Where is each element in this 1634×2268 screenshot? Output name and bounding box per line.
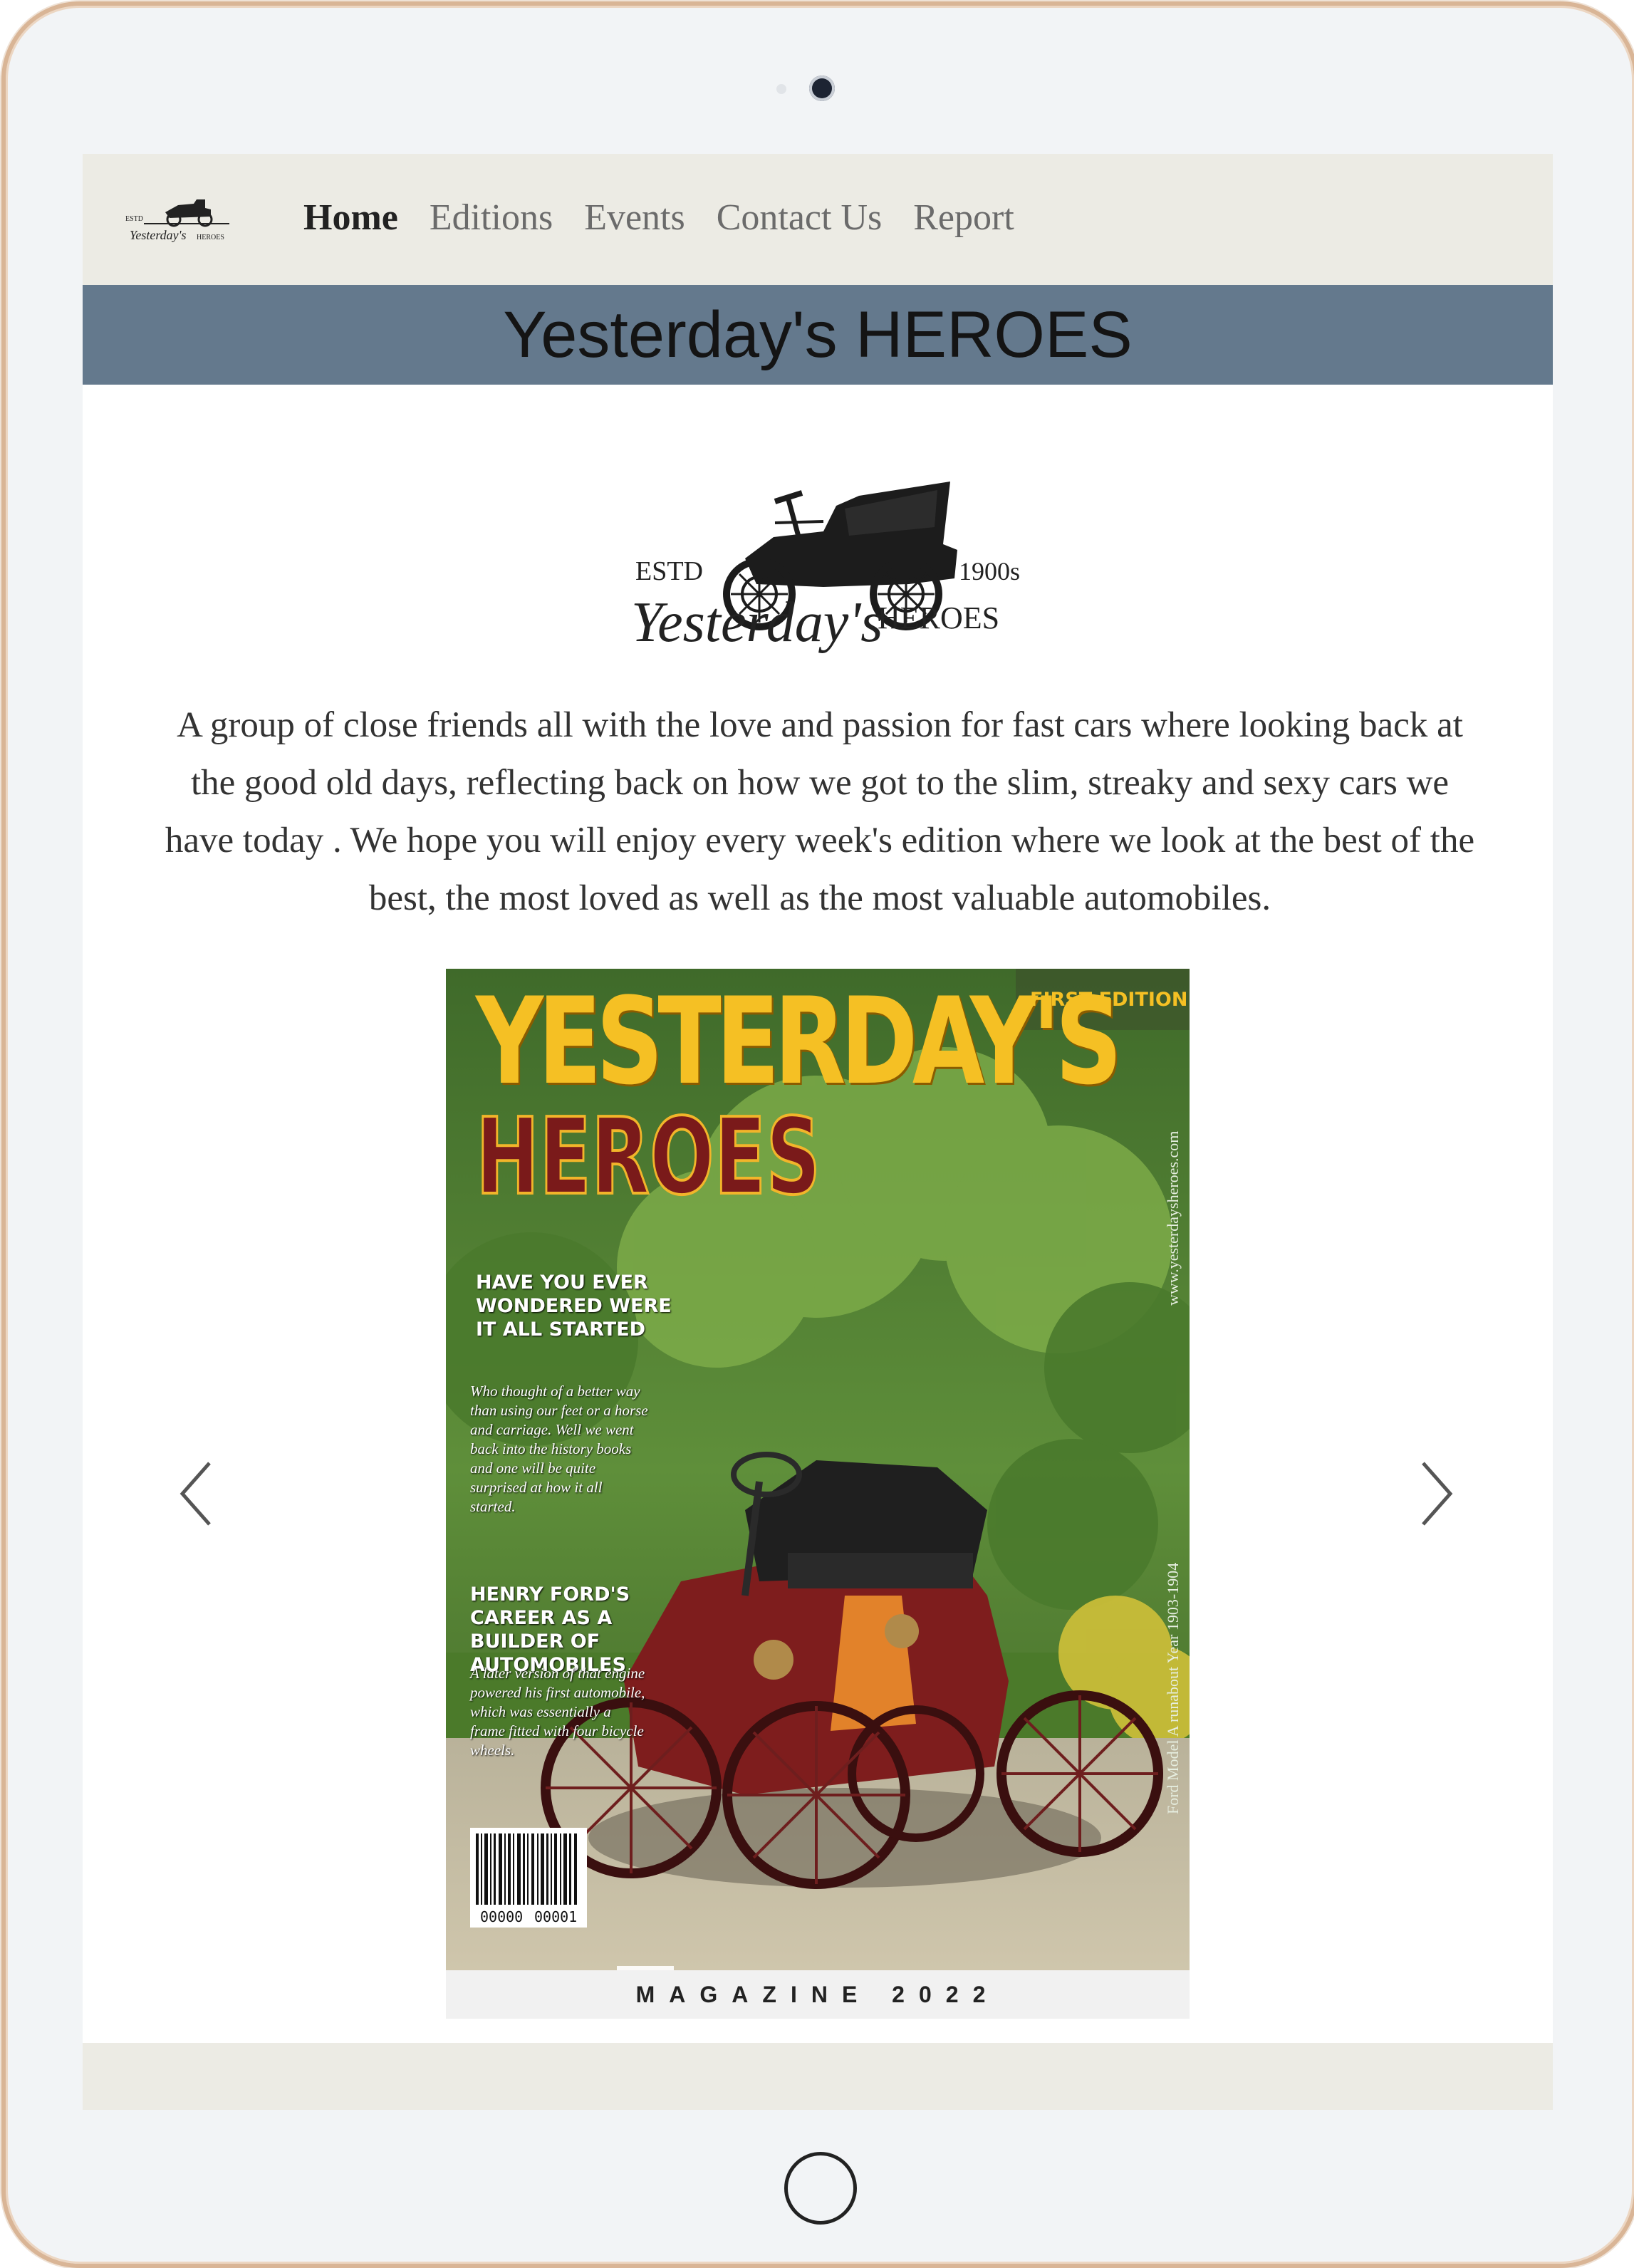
svg-text:00001: 00001 <box>534 1908 577 1925</box>
screen: ESTD Yesterday's HEROES Home Editions Ev… <box>83 154 1553 2110</box>
svg-text:ESTD: ESTD <box>635 556 703 586</box>
cover-story1-body: Who thought of a better way than using o… <box>470 1383 648 1515</box>
navbar: ESTD Yesterday's HEROES Home Editions Ev… <box>83 154 1553 285</box>
cover-story2-body: A later version of that engine powered h… <box>470 1665 645 1759</box>
nav-editions[interactable]: Editions <box>430 197 553 239</box>
page-footer <box>83 2043 1553 2110</box>
nav-contact-us[interactable]: Contact Us <box>717 197 883 239</box>
nav-events[interactable]: Events <box>584 197 685 239</box>
sensor-dot <box>776 84 786 94</box>
cover-subtitle: HEROES <box>475 1096 822 1218</box>
svg-text:Yesterday's: Yesterday's <box>631 591 883 654</box>
barcode-icon: 00000 00001 <box>470 1828 587 1928</box>
intro-text: A group of close friends all with the lo… <box>165 705 1475 918</box>
nav-report[interactable]: Report <box>913 197 1014 239</box>
camera-icon <box>809 76 835 101</box>
svg-text:1900s: 1900s <box>959 557 1020 586</box>
cover-story1-heading: HAVE YOU EVER WONDERED WERE IT ALL START… <box>476 1271 672 1341</box>
cover-story2-heading: HENRY FORD'S CAREER AS A BUILDER OF AUTO… <box>470 1583 630 1676</box>
cover-side-caption: Ford Model A runabout Year 1903-1904 <box>1164 1562 1182 1814</box>
svg-text:HEROES: HEROES <box>197 234 224 241</box>
nav-logo[interactable]: ESTD Yesterday's HEROES <box>123 184 244 255</box>
svg-text:ESTD: ESTD <box>125 215 143 223</box>
page-title: Yesterday's HEROES <box>503 298 1133 371</box>
svg-text:00000: 00000 <box>480 1908 523 1925</box>
svg-text:Yesterday's: Yesterday's <box>130 228 187 242</box>
cover-title: YESTERDAY'S <box>476 972 1123 1111</box>
cover-footer: MAGAZINE 2022 <box>446 1970 1190 2019</box>
nav-links: Home Editions Events Contact Us Report <box>303 197 1014 239</box>
brand-logo: ESTD 1900s Yesterday's HEROES <box>631 482 1020 654</box>
title-band: Yesterday's HEROES <box>83 285 1553 385</box>
chevron-left-icon[interactable] <box>168 1455 225 1533</box>
svg-text:HEROES: HEROES <box>878 600 999 635</box>
magazine-cover[interactable]: YESTERDAY'S HEROES FIRST EDITION www.yes… <box>446 969 1190 1970</box>
nav-home[interactable]: Home <box>303 197 398 239</box>
cover-side-url: www.yesterdaysheroes.com <box>1164 1130 1182 1306</box>
home-button[interactable] <box>784 2152 857 2225</box>
cover-badge: FIRST EDITION <box>1030 989 1188 1011</box>
chevron-right-icon[interactable] <box>1407 1455 1464 1533</box>
